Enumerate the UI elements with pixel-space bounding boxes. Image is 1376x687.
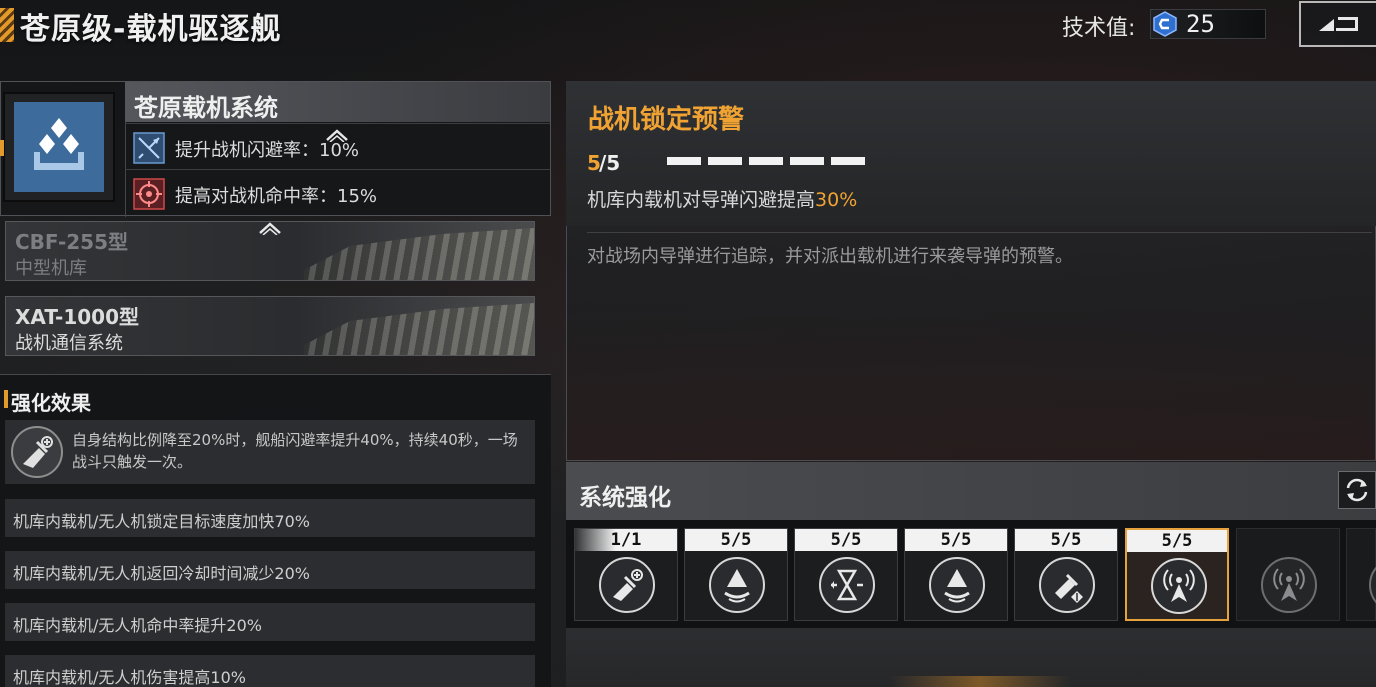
upgrade-node-locked[interactable]: [1346, 528, 1376, 621]
level-pips: [667, 157, 865, 165]
upgrade-node-selected[interactable]: 5/5: [1125, 528, 1229, 621]
ship-image: [304, 303, 534, 355]
hourglass-cooldown-icon: [819, 557, 875, 613]
level-pip: [790, 157, 824, 165]
effect-row: 机库内载机/无人机命中率提升20%: [5, 603, 535, 641]
effect-row: 机库内载机/无人机返回冷却时间减少20%: [5, 551, 535, 589]
node-count: 5/5: [685, 529, 787, 551]
cannon-damage-icon: [1039, 557, 1095, 613]
effect-main-item: 自身结构比例降至20%时，舰船闪避率提升40%，持续40秒，一场战斗只触发一次。: [5, 420, 535, 484]
effect-row-text: 机库内载机/无人机伤害提高10%: [13, 668, 246, 687]
effect-row-text: 机库内载机/无人机锁定目标速度加快70%: [13, 512, 310, 531]
node-count: 5/5: [795, 529, 897, 551]
upgrade-title: 系统强化: [579, 485, 671, 511]
effect-row-text: 机库内载机/无人机命中率提升20%: [13, 616, 262, 635]
selected-marker: [0, 140, 4, 156]
upgrade-node[interactable]: 5/5: [904, 528, 1008, 621]
fighter-accuracy-icon: [929, 557, 985, 613]
fighter-evasion-icon: [599, 557, 655, 613]
upgrade-node-locked[interactable]: [1236, 528, 1340, 621]
radar-locked-icon: [1261, 557, 1317, 613]
hangar-item[interactable]: XAT-1000型 战机通信系统: [5, 296, 535, 356]
detail-effect: 机库内载机对导弹闪避提高30%: [587, 185, 857, 212]
fighter-evasion-icon: [11, 426, 63, 478]
module-icon-frame: [3, 92, 115, 202]
module-stat-text: 提高对战机命中率：15%: [175, 186, 378, 207]
back-button[interactable]: [1299, 1, 1376, 47]
effect-row: 机库内载机/无人机锁定目标速度加快70%: [5, 499, 535, 537]
effect-main-text: 自身结构比例降至20%时，舰船闪避率提升40%，持续40秒，一场战斗只触发一次。: [72, 431, 518, 471]
level-pip: [708, 157, 742, 165]
hangar-carrier-icon: [14, 102, 104, 192]
level-pip: [831, 157, 865, 165]
tech-value: 25: [1186, 10, 1215, 38]
detail-description: 对战场内导弹进行追踪，并对派出载机进行来袭导弹的预警。: [587, 246, 1073, 267]
target-crosshair-icon: [133, 178, 165, 210]
upgrade-node[interactable]: 5/5: [684, 528, 788, 621]
back-return-icon: [1318, 17, 1358, 31]
chevron-up-icon: [259, 222, 281, 235]
detail-divider: [587, 232, 1372, 233]
upgrade-header: [566, 462, 1376, 520]
tech-value-label: 技术值:: [1062, 16, 1136, 41]
upgrade-node[interactable]: 5/5: [1014, 528, 1118, 621]
bottom-hint-glow: [890, 676, 1070, 687]
level-pip: [667, 157, 701, 165]
page-title: 苍原级-载机驱逐舰: [20, 12, 282, 47]
node-count: 5/5: [905, 529, 1007, 551]
module-name: 苍原载机系统: [134, 94, 278, 122]
module-stat-row: 提高对战机命中率：15%: [125, 169, 550, 215]
level-max: /5: [599, 151, 621, 175]
upgrade-node[interactable]: 1/1: [574, 528, 678, 621]
effect-row-text: 机库内载机/无人机返回冷却时间减少20%: [13, 564, 310, 583]
locked-node-icon: [1369, 557, 1376, 613]
radar-warning-icon: [1151, 558, 1207, 614]
detail-title: 战机锁定预警: [588, 105, 745, 135]
effect-row: 机库内载机/无人机伤害提高10%: [5, 655, 535, 687]
node-count: 5/5: [1127, 530, 1227, 552]
chevron-up-icon: [326, 129, 348, 142]
ship-image: [304, 228, 534, 280]
title-accent-stripe: [0, 8, 14, 42]
upgrade-node[interactable]: 5/5: [794, 528, 898, 621]
node-count: 1/1: [575, 529, 677, 551]
hangar-code: CBF-255型: [15, 230, 129, 254]
detail-effect-text: 机库内载机对导弹闪避提高: [587, 189, 816, 211]
level-pip: [749, 157, 783, 165]
fighter-evasion-icon: [133, 132, 165, 164]
node-count: 5/5: [1015, 529, 1117, 551]
effects-heading: 强化效果: [11, 391, 91, 415]
detail-effect-value: 30%: [815, 189, 858, 211]
section-accent: [4, 390, 8, 408]
tech-points-icon: [1153, 11, 1177, 37]
fighter-up-icon: [709, 557, 765, 613]
hangar-code: XAT-1000型: [15, 305, 140, 329]
hangar-type: 中型机库: [15, 258, 87, 279]
hangar-type: 战机通信系统: [15, 333, 123, 354]
refresh-button[interactable]: [1338, 471, 1376, 509]
refresh-icon: [1346, 478, 1368, 502]
